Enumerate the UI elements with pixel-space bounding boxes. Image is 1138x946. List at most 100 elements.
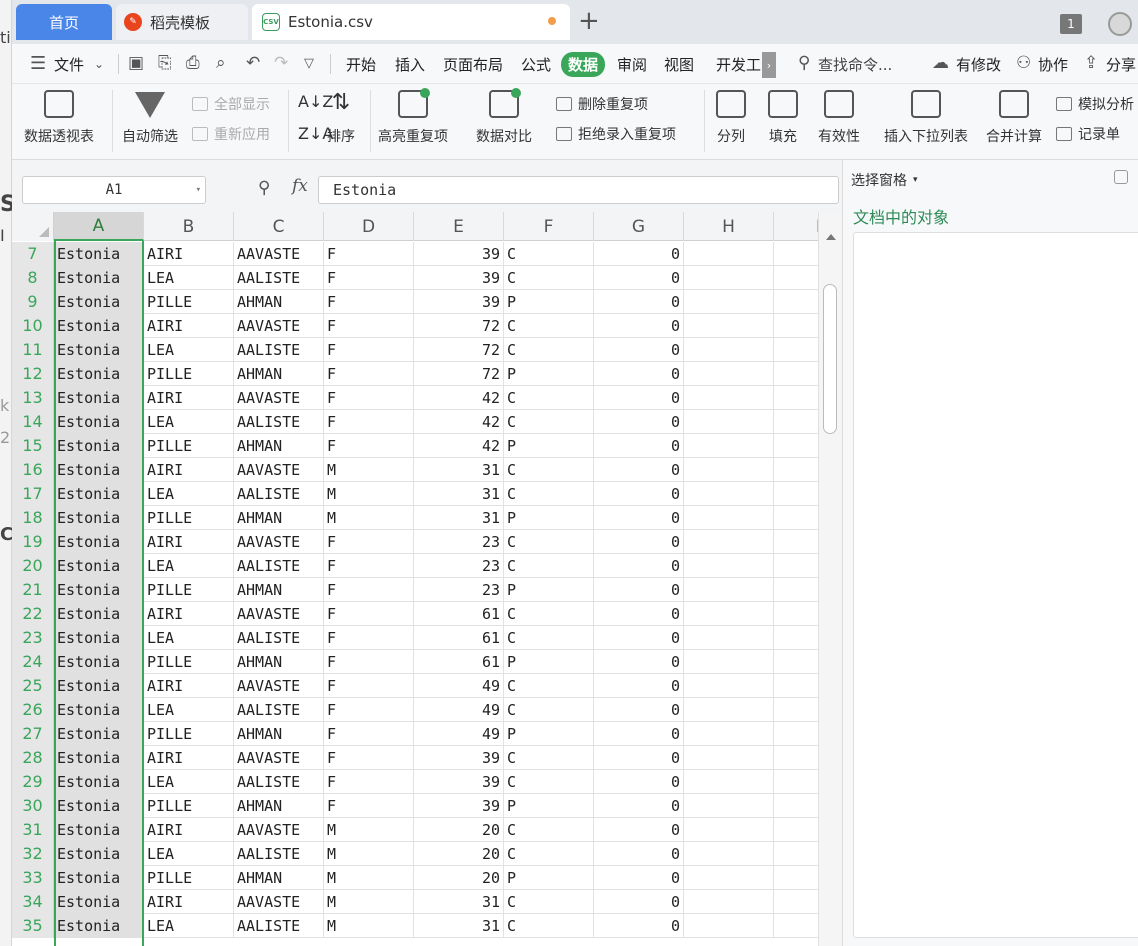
cell-e[interactable]: 39	[414, 794, 504, 818]
cell-e[interactable]: 49	[414, 674, 504, 698]
row-header[interactable]: 28	[12, 746, 54, 770]
cell-b[interactable]: AIRI	[144, 602, 234, 626]
cell-c[interactable]: AALISTE	[234, 410, 324, 434]
cell-c[interactable]: AHMAN	[234, 650, 324, 674]
cell-b[interactable]: PILLE	[144, 434, 234, 458]
cell-g[interactable]: 0	[594, 530, 684, 554]
cell-i[interactable]	[774, 434, 818, 458]
name-box[interactable]: A1 ▾	[22, 176, 206, 204]
cell-g[interactable]: 0	[594, 578, 684, 602]
cell-b[interactable]: PILLE	[144, 650, 234, 674]
show-all-button[interactable]: 全部显示	[192, 94, 270, 114]
sort-button[interactable]: ⇅ 排序	[326, 84, 356, 146]
cell-a[interactable]: Estonia	[54, 866, 144, 890]
cell-d[interactable]: M	[324, 818, 414, 842]
cell-h[interactable]	[684, 914, 774, 938]
row-header[interactable]: 13	[12, 386, 54, 410]
cell-e[interactable]: 49	[414, 698, 504, 722]
cell-i[interactable]	[774, 458, 818, 482]
cell-e[interactable]: 72	[414, 314, 504, 338]
cell-i[interactable]	[774, 506, 818, 530]
cell-a[interactable]: Estonia	[54, 290, 144, 314]
cell-g[interactable]: 0	[594, 482, 684, 506]
insert-dropdown-list-button[interactable]: 插入下拉列表	[884, 84, 968, 146]
cell-g[interactable]: 0	[594, 554, 684, 578]
cell-d[interactable]: M	[324, 890, 414, 914]
cell-b[interactable]: PILLE	[144, 722, 234, 746]
cell-f[interactable]: P	[504, 650, 594, 674]
cell-c[interactable]: AHMAN	[234, 506, 324, 530]
cell-e[interactable]: 20	[414, 818, 504, 842]
print-preview-icon[interactable]: ⌕	[216, 53, 226, 73]
cell-g[interactable]: 0	[594, 242, 684, 266]
cell-e[interactable]: 20	[414, 842, 504, 866]
reapply-button[interactable]: 重新应用	[192, 124, 270, 144]
row-header[interactable]: 8	[12, 266, 54, 290]
cell-c[interactable]: AAVASTE	[234, 746, 324, 770]
redo-icon[interactable]: ↷	[274, 53, 288, 73]
cell-d[interactable]: F	[324, 386, 414, 410]
cell-h[interactable]	[684, 314, 774, 338]
modified-status[interactable]: 有修改	[956, 54, 1001, 75]
cell-h[interactable]	[684, 266, 774, 290]
column-header-i[interactable]: I	[774, 212, 818, 241]
scroll-up-icon[interactable]	[826, 234, 836, 240]
share-icon[interactable]: ⇪	[1084, 53, 1098, 73]
cell-e[interactable]: 39	[414, 242, 504, 266]
cell-a[interactable]: Estonia	[54, 314, 144, 338]
cell-i[interactable]	[774, 410, 818, 434]
cell-i[interactable]	[774, 722, 818, 746]
cell-f[interactable]: C	[504, 242, 594, 266]
column-header-a[interactable]: A	[54, 212, 144, 241]
cell-a[interactable]: Estonia	[54, 578, 144, 602]
record-form-button[interactable]: 记录单	[1056, 124, 1120, 144]
cell-e[interactable]: 61	[414, 626, 504, 650]
row-header[interactable]: 26	[12, 698, 54, 722]
cell-e[interactable]: 39	[414, 746, 504, 770]
cell-e[interactable]: 23	[414, 530, 504, 554]
cell-h[interactable]	[684, 554, 774, 578]
cell-g[interactable]: 0	[594, 434, 684, 458]
cell-h[interactable]	[684, 338, 774, 362]
cell-e[interactable]: 39	[414, 770, 504, 794]
cell-b[interactable]: PILLE	[144, 362, 234, 386]
cell-c[interactable]: AHMAN	[234, 290, 324, 314]
validity-button[interactable]: 有效性	[818, 84, 860, 146]
cell-a[interactable]: Estonia	[54, 338, 144, 362]
cell-b[interactable]: AIRI	[144, 386, 234, 410]
cell-a[interactable]: Estonia	[54, 770, 144, 794]
cell-a[interactable]: Estonia	[54, 914, 144, 938]
cell-d[interactable]: F	[324, 434, 414, 458]
cell-h[interactable]	[684, 890, 774, 914]
cell-i[interactable]	[774, 770, 818, 794]
cell-a[interactable]: Estonia	[54, 506, 144, 530]
cell-h[interactable]	[684, 626, 774, 650]
cell-b[interactable]: LEA	[144, 554, 234, 578]
row-header[interactable]: 7	[12, 242, 54, 266]
cell-a[interactable]: Estonia	[54, 386, 144, 410]
menu-data[interactable]: 数据	[561, 52, 606, 77]
reject-duplicates-button[interactable]: 拒绝录入重复项	[556, 124, 676, 144]
cell-a[interactable]: Estonia	[54, 794, 144, 818]
cell-e[interactable]: 31	[414, 482, 504, 506]
cell-f[interactable]: C	[504, 338, 594, 362]
row-header[interactable]: 10	[12, 314, 54, 338]
cell-f[interactable]: C	[504, 410, 594, 434]
cell-d[interactable]: F	[324, 290, 414, 314]
cell-c[interactable]: AAVASTE	[234, 818, 324, 842]
menu-developer[interactable]: 开发工	[716, 54, 762, 75]
cell-d[interactable]: M	[324, 482, 414, 506]
cell-g[interactable]: 0	[594, 842, 684, 866]
tab-home[interactable]: 首页	[16, 4, 112, 40]
cell-b[interactable]: LEA	[144, 482, 234, 506]
window-count-badge[interactable]: 1	[1060, 14, 1082, 34]
cell-e[interactable]: 61	[414, 602, 504, 626]
cell-f[interactable]: C	[504, 554, 594, 578]
row-header[interactable]: 24	[12, 650, 54, 674]
menu-insert[interactable]: 插入	[395, 54, 425, 75]
cell-b[interactable]: LEA	[144, 770, 234, 794]
cell-d[interactable]: F	[324, 530, 414, 554]
row-header[interactable]: 20	[12, 554, 54, 578]
cell-d[interactable]: F	[324, 554, 414, 578]
cell-f[interactable]: C	[504, 530, 594, 554]
